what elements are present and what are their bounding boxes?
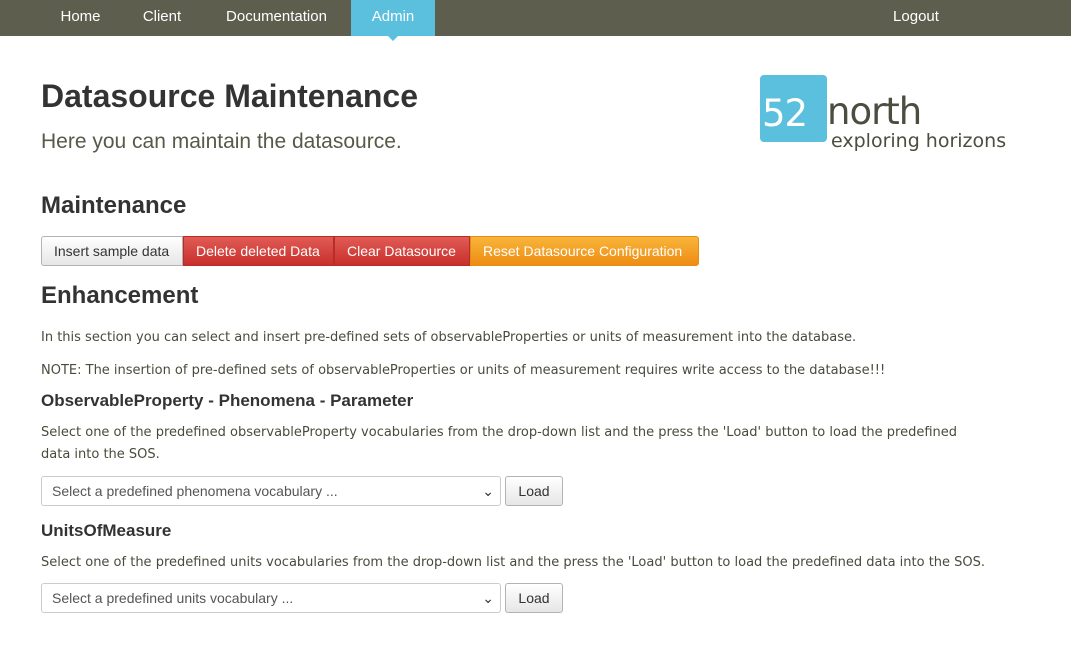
clear-datasource-button[interactable]: Clear Datasource bbox=[334, 236, 470, 266]
enhancement-intro: In this section you can select and inser… bbox=[41, 330, 857, 345]
52north-logo: 52 north exploring horizons bbox=[760, 75, 1006, 159]
units-select-value: Select a predefined units vocabulary ... bbox=[52, 590, 294, 606]
logo-word: north bbox=[827, 90, 922, 133]
chevron-down-icon: ⌄ bbox=[482, 483, 494, 499]
page-title: Datasource Maintenance bbox=[41, 78, 419, 114]
active-caret-icon bbox=[387, 35, 399, 41]
enhancement-note: NOTE: The insertion of pre-defined sets … bbox=[41, 363, 886, 378]
nav-admin-label: Admin bbox=[371, 8, 415, 25]
enhancement-title: Enhancement bbox=[41, 282, 199, 309]
units-of-measure-description: Select one of the predefined units vocab… bbox=[41, 555, 986, 570]
load-units-button[interactable]: Load bbox=[505, 583, 563, 613]
phenomena-vocabulary-select[interactable]: Select a predefined phenomena vocabulary… bbox=[41, 476, 501, 506]
nav-home[interactable]: Home bbox=[42, 0, 119, 36]
chevron-down-icon: ⌄ bbox=[482, 590, 494, 606]
nav-logout[interactable]: Logout bbox=[874, 0, 958, 36]
insert-sample-data-button[interactable]: Insert sample data bbox=[41, 236, 183, 266]
units-of-measure-title: UnitsOfMeasure bbox=[41, 521, 172, 540]
logo-number: 52 bbox=[762, 92, 808, 135]
nav-documentation[interactable]: Documentation bbox=[205, 0, 348, 36]
page-lead: Here you can maintain the datasource. bbox=[41, 130, 402, 153]
observable-property-description: Select one of the predefined observableP… bbox=[41, 425, 958, 462]
maintenance-button-group: Insert sample data Delete deleted Data C… bbox=[41, 236, 699, 266]
logo-tagline: exploring horizons bbox=[831, 130, 1007, 152]
reset-datasource-configuration-button[interactable]: Reset Datasource Configuration bbox=[470, 236, 699, 266]
units-vocabulary-select[interactable]: Select a predefined units vocabulary ...… bbox=[41, 583, 501, 613]
nav-client[interactable]: Client bbox=[122, 0, 202, 36]
nav-admin[interactable]: Admin bbox=[351, 0, 435, 41]
top-navbar: Home Client Documentation Admin Logout bbox=[0, 0, 1071, 41]
observable-property-title: ObservableProperty - Phenomena - Paramet… bbox=[41, 391, 414, 410]
load-phenomena-button[interactable]: Load bbox=[505, 476, 563, 506]
maintenance-title: Maintenance bbox=[41, 192, 187, 219]
phenomena-select-value: Select a predefined phenomena vocabulary… bbox=[52, 483, 338, 499]
delete-deleted-data-button[interactable]: Delete deleted Data bbox=[183, 236, 334, 266]
